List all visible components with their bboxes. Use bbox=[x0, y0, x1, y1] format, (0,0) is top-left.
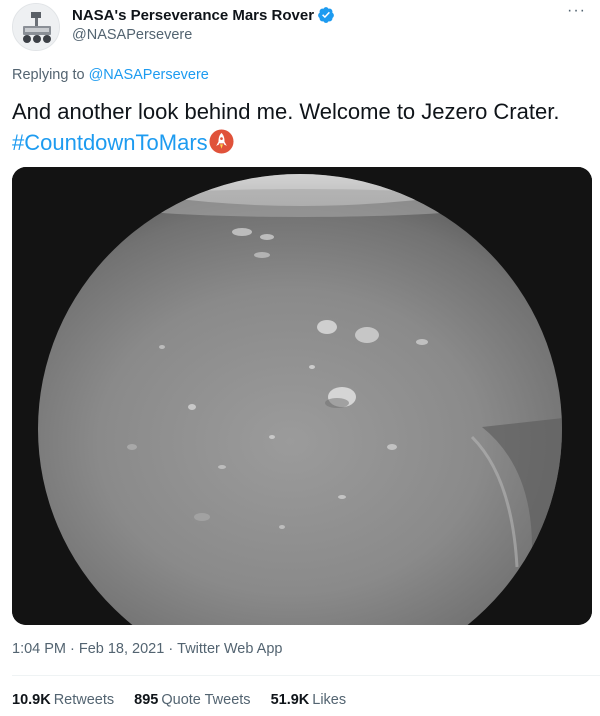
reply-mention-link[interactable]: @NASAPersevere bbox=[89, 67, 209, 83]
likes-count: 51.9K bbox=[270, 692, 310, 708]
tweet-stats: 10.9K Retweets 895 Quote Tweets 51.9K Likes bbox=[12, 692, 346, 708]
quote-tweets-label: Quote Tweets bbox=[161, 692, 251, 708]
tweet-source[interactable]: Twitter Web App bbox=[177, 641, 282, 657]
quote-tweets-count: 895 bbox=[134, 692, 159, 708]
tweet-date[interactable]: Feb 18, 2021 bbox=[79, 641, 164, 657]
reply-context: Replying to @NASAPersevere bbox=[12, 67, 209, 83]
retweets-count: 10.9K bbox=[12, 692, 51, 708]
tweet-time[interactable]: 1:04 PM bbox=[12, 641, 66, 657]
quote-tweets-stat[interactable]: 895 Quote Tweets bbox=[134, 692, 250, 708]
meta-separator: · bbox=[70, 641, 75, 657]
tweet-detail: NASA's Perseverance Mars Rover @NASAPers… bbox=[0, 0, 600, 716]
tweet-metadata: 1:04 PM · Feb 18, 2021 · Twitter Web App bbox=[12, 641, 282, 657]
mars-surface-image bbox=[12, 167, 592, 625]
likes-stat[interactable]: 51.9K Likes bbox=[271, 692, 347, 708]
retweets-stat[interactable]: 10.9K Retweets bbox=[12, 692, 114, 708]
author-display-name[interactable]: NASA's Perseverance Mars Rover bbox=[72, 7, 314, 24]
divider bbox=[12, 675, 600, 676]
rover-avatar-icon bbox=[13, 4, 59, 50]
tweet-text: And another look behind me. Welcome to J… bbox=[12, 96, 572, 158]
rocket-hashflag-icon bbox=[209, 129, 234, 154]
meta-separator: · bbox=[168, 641, 174, 657]
author-avatar[interactable] bbox=[12, 3, 60, 51]
reply-prefix: Replying to bbox=[12, 67, 85, 83]
hashtag-link[interactable]: #CountdownToMars bbox=[12, 130, 208, 155]
author-handle[interactable]: @NASAPersevere bbox=[72, 27, 335, 43]
author-info: NASA's Perseverance Mars Rover @NASAPers… bbox=[72, 5, 335, 43]
tweet-body: And another look behind me. Welcome to J… bbox=[12, 99, 560, 124]
mars-surface-photo[interactable] bbox=[12, 167, 592, 625]
retweets-label: Retweets bbox=[53, 692, 115, 708]
more-horizontal-icon[interactable]: ··· bbox=[567, 2, 586, 20]
verified-badge-icon bbox=[318, 7, 334, 23]
likes-label: Likes bbox=[312, 692, 347, 708]
